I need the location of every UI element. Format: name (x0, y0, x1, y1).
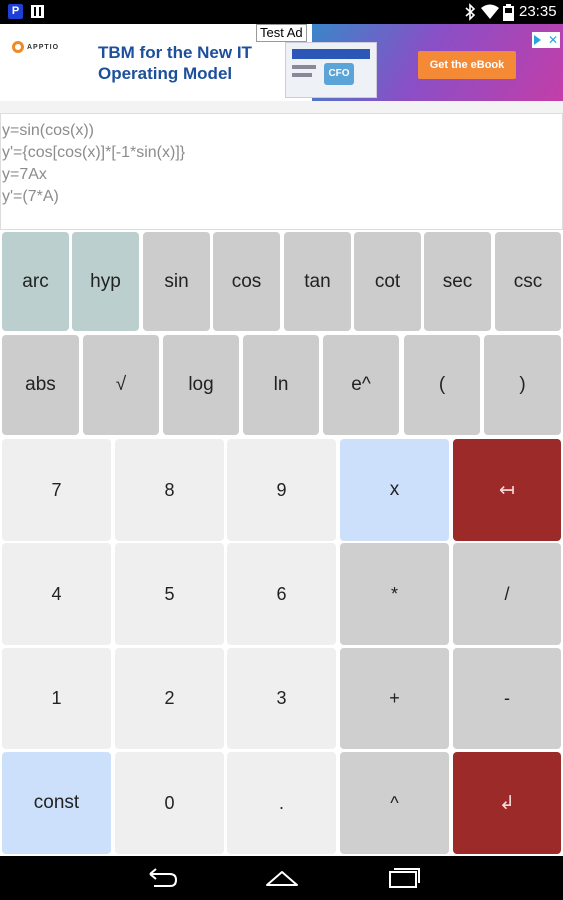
decimal-point-button[interactable]: . (227, 752, 336, 854)
bluetooth-icon (465, 3, 476, 21)
digit-8-button[interactable]: 8 (115, 439, 224, 541)
log-button[interactable]: log (163, 335, 239, 435)
display-line: y'=(7*A) (2, 188, 59, 205)
home-icon[interactable] (262, 866, 302, 890)
enter-button[interactable]: ↲ (453, 752, 561, 854)
ad-thumbnail-image: CFO (285, 42, 377, 98)
back-icon[interactable] (142, 866, 182, 890)
left-paren-button[interactable]: ( (404, 335, 480, 435)
plus-button[interactable]: + (340, 648, 449, 749)
ad-spacer (0, 101, 563, 113)
csc-button[interactable]: csc (495, 232, 561, 331)
divide-button[interactable]: / (453, 543, 561, 645)
navigation-bar (0, 856, 563, 900)
digit-5-button[interactable]: 5 (115, 543, 224, 645)
abs-button[interactable]: abs (2, 335, 79, 435)
display-line: y=7Ax (2, 166, 47, 183)
clock-time: 23:35 (519, 3, 557, 20)
tan-button[interactable]: tan (284, 232, 351, 331)
backspace-button[interactable]: ↤ (453, 439, 561, 541)
digit-9-button[interactable]: 9 (227, 439, 336, 541)
power-button[interactable]: ^ (340, 752, 449, 854)
digit-0-button[interactable]: 0 (115, 752, 224, 854)
expression-display[interactable]: y=sin(cos(x)) y'={cos[cos(x)]*[-1*sin(x)… (0, 113, 563, 230)
ad-headline: TBM for the New IT Operating Model (98, 43, 252, 83)
digit-1-button[interactable]: 1 (2, 648, 111, 749)
battery-icon (503, 4, 514, 21)
parking-notification-icon: P (8, 4, 23, 19)
variable-x-button[interactable]: x (340, 439, 449, 541)
const-button[interactable]: const (2, 752, 111, 854)
notification-bars-icon (31, 5, 44, 18)
digit-6-button[interactable]: 6 (227, 543, 336, 645)
sqrt-button[interactable]: √ (83, 335, 159, 435)
ad-choices-icon[interactable]: ✕ (532, 32, 560, 48)
close-icon[interactable]: ✕ (548, 32, 558, 48)
status-bar: P 23:35 (0, 0, 563, 24)
apptio-logo-text: APPTIO (27, 43, 60, 51)
display-line: y=sin(cos(x)) (2, 122, 95, 139)
cot-button[interactable]: cot (354, 232, 421, 331)
wifi-icon (481, 4, 499, 19)
multiply-button[interactable]: * (340, 543, 449, 645)
sec-button[interactable]: sec (424, 232, 491, 331)
digit-7-button[interactable]: 7 (2, 439, 111, 541)
minus-button[interactable]: - (453, 648, 561, 749)
hyp-button[interactable]: hyp (72, 232, 139, 331)
digit-2-button[interactable]: 2 (115, 648, 224, 749)
recent-apps-icon[interactable] (384, 866, 424, 890)
exp-button[interactable]: e^ (323, 335, 399, 435)
apptio-logo: APPTIO (12, 41, 59, 53)
ad-banner[interactable]: APPTIO TBM for the New IT Operating Mode… (0, 24, 563, 101)
display-line: y'={cos[cos(x)]*[-1*sin(x)]} (2, 144, 186, 161)
ad-cta-button[interactable]: Get the eBook (418, 51, 516, 79)
keypad: arc hyp sin cos tan cot sec csc abs √ lo… (0, 230, 563, 856)
sin-button[interactable]: sin (143, 232, 210, 331)
cos-button[interactable]: cos (213, 232, 280, 331)
apptio-logo-mark (12, 41, 24, 53)
digit-3-button[interactable]: 3 (227, 648, 336, 749)
arc-button[interactable]: arc (2, 232, 69, 331)
digit-4-button[interactable]: 4 (2, 543, 111, 645)
ln-button[interactable]: ln (243, 335, 319, 435)
right-paren-button[interactable]: ) (484, 335, 561, 435)
test-ad-badge: Test Ad (256, 24, 307, 42)
